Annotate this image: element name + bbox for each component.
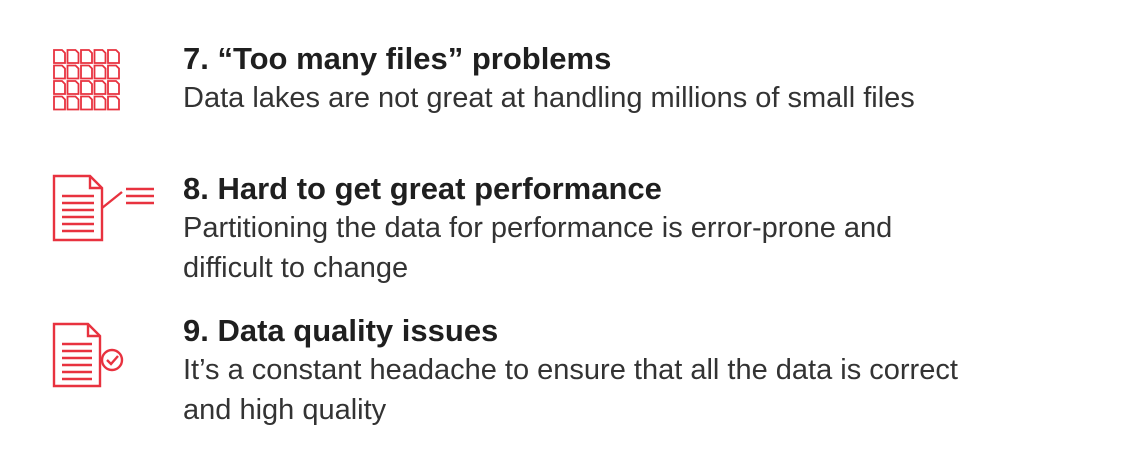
small-file-icon bbox=[53, 49, 66, 64]
issue-text: 9. Data quality issues It’s a constant h… bbox=[183, 312, 958, 430]
small-file-icon bbox=[66, 80, 80, 95]
small-file-icon bbox=[107, 95, 120, 111]
small-file-icon bbox=[66, 95, 80, 111]
issue-description: It’s a constant headache to ensure that … bbox=[183, 354, 958, 386]
issue-title: 7. “Too many files” problems bbox=[183, 41, 612, 76]
small-file-icon bbox=[53, 95, 66, 111]
issue-title: 9. Data quality issues bbox=[183, 313, 499, 348]
issue-description: Partitioning the data for performance is… bbox=[183, 212, 893, 244]
small-file-icon bbox=[53, 80, 66, 95]
small-file-icon bbox=[80, 80, 93, 95]
small-file-icon bbox=[93, 49, 107, 64]
small-file-icon bbox=[93, 95, 107, 111]
small-file-icon bbox=[107, 49, 120, 64]
small-file-icon bbox=[107, 80, 120, 95]
small-file-icon bbox=[107, 64, 120, 80]
issue-text: 8. Hard to get great performance Partiti… bbox=[183, 170, 892, 288]
file-grid-icon bbox=[52, 48, 122, 112]
issue-text: 7. “Too many files” problems Data lakes … bbox=[183, 40, 915, 118]
issue-description: Data lakes are not great at handling mil… bbox=[183, 82, 915, 114]
document-check-icon bbox=[52, 322, 128, 388]
small-file-icon bbox=[93, 80, 107, 95]
small-file-icon bbox=[66, 49, 80, 64]
small-file-icon bbox=[80, 95, 93, 111]
small-file-icon bbox=[66, 64, 80, 80]
small-file-icon bbox=[80, 64, 93, 80]
issue-description: difficult to change bbox=[183, 252, 409, 284]
small-file-icon bbox=[93, 64, 107, 80]
document-lines-icon bbox=[52, 174, 156, 242]
issue-description: and high quality bbox=[183, 394, 387, 426]
issue-title: 8. Hard to get great performance bbox=[183, 171, 662, 206]
small-file-icon bbox=[53, 64, 66, 80]
small-file-icon bbox=[80, 49, 93, 64]
